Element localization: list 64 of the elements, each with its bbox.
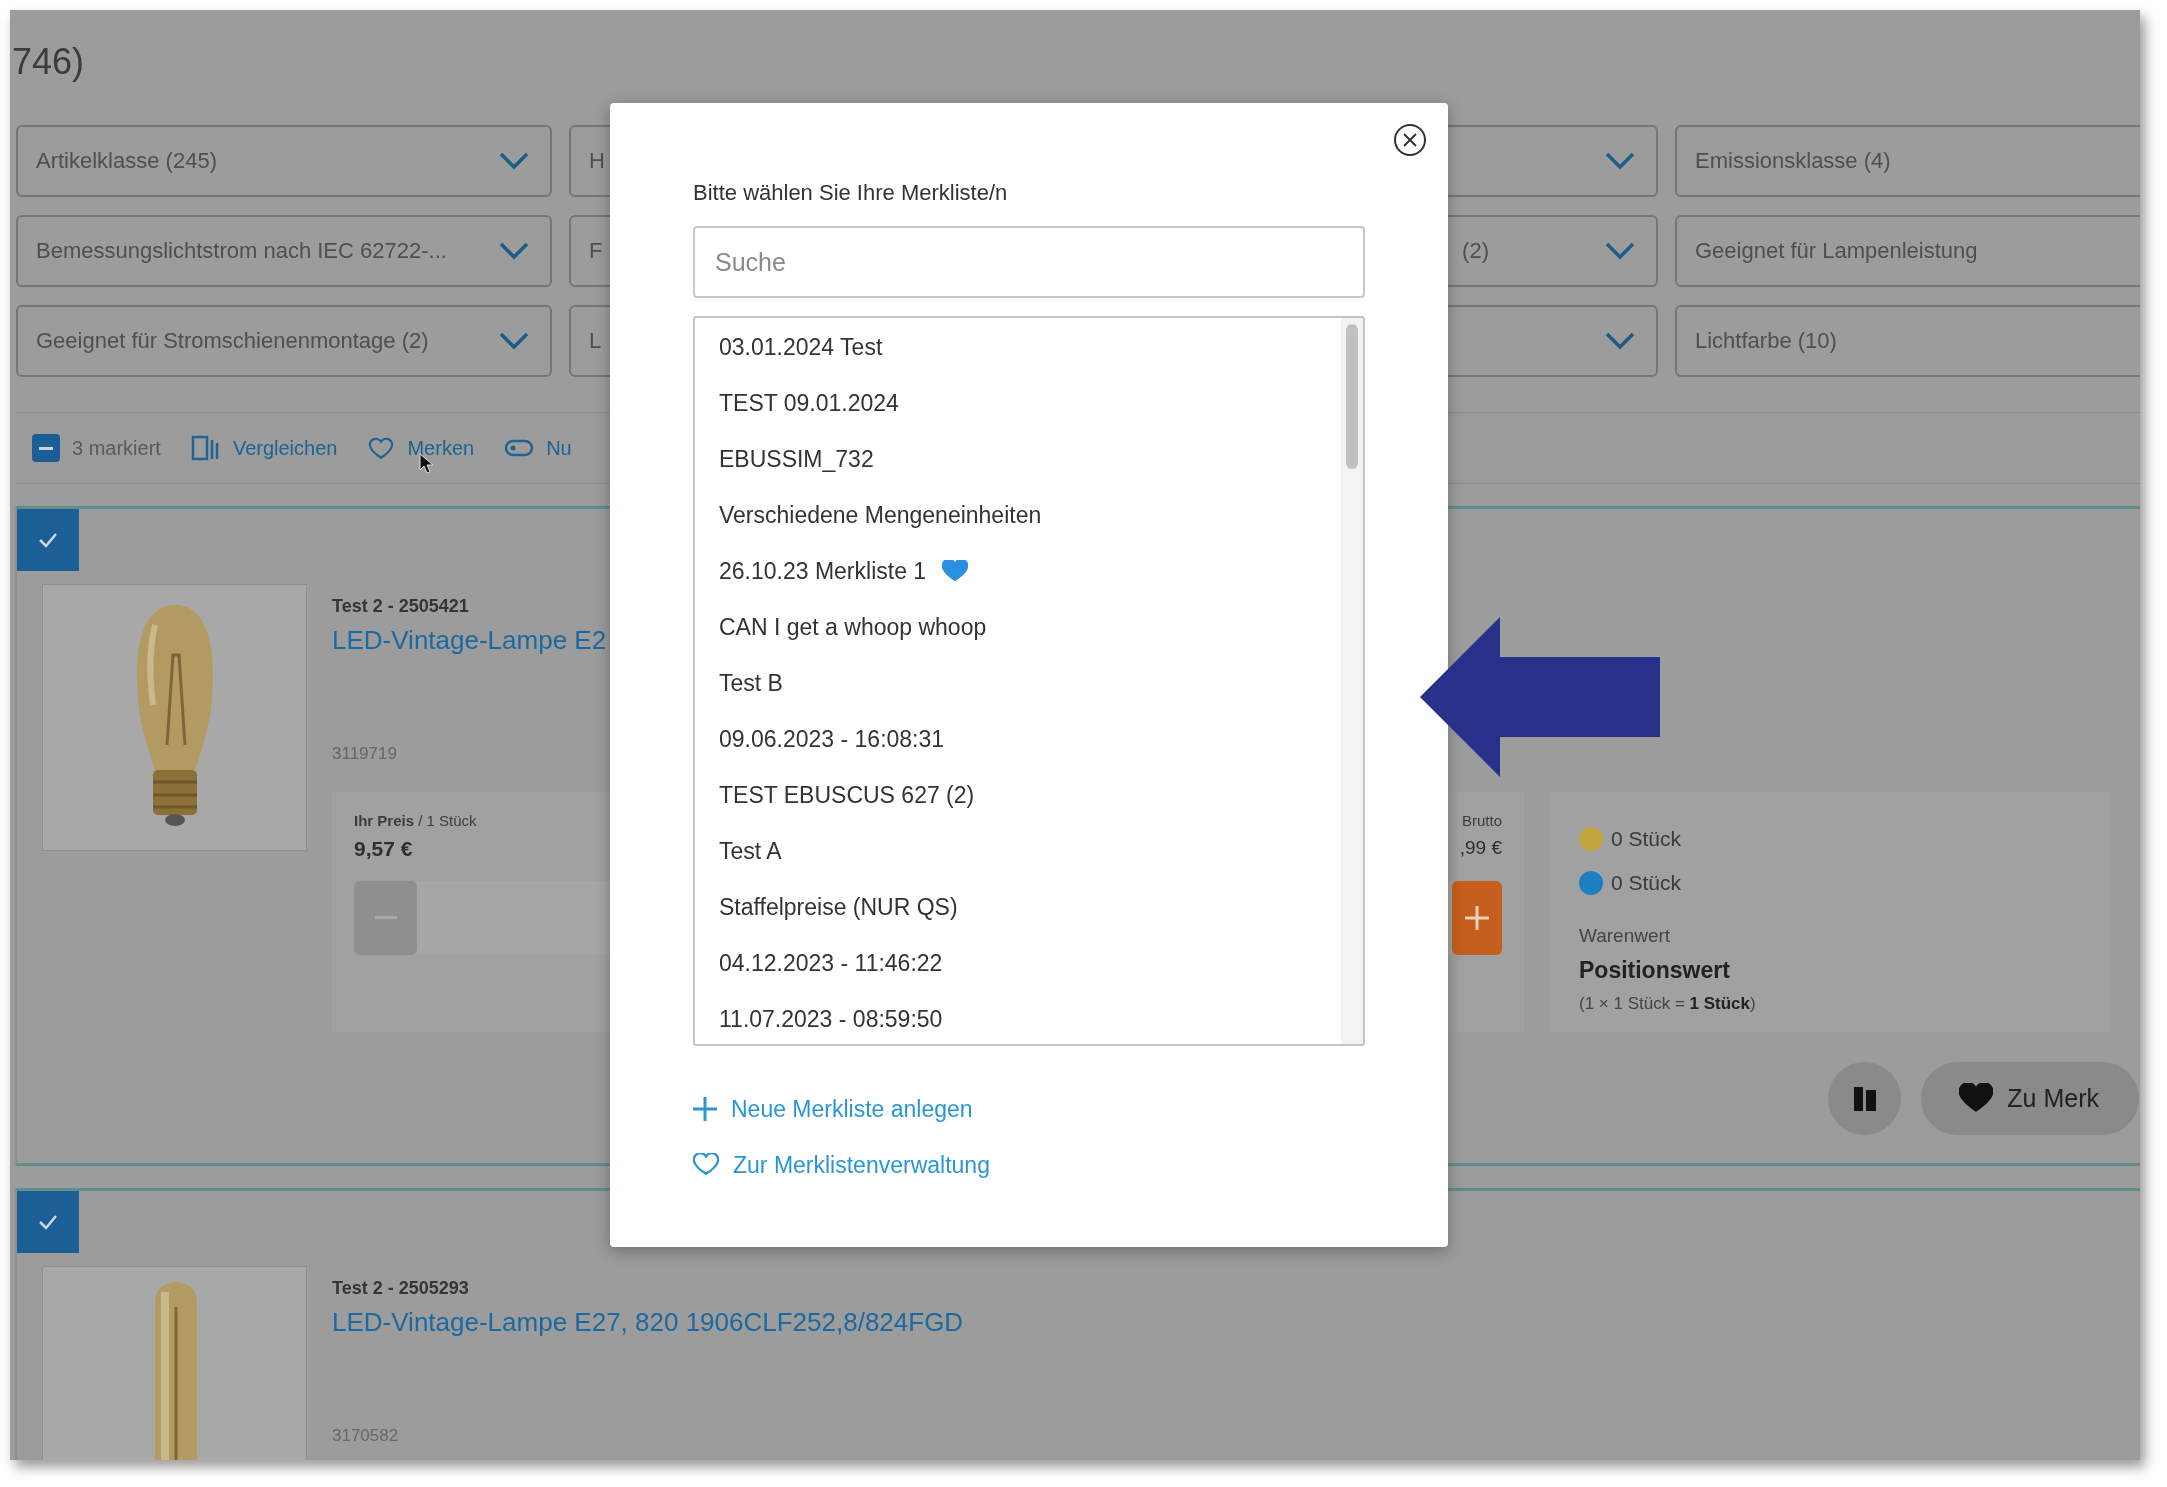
supplier-text: Test 2 - 2505421 [332, 596, 470, 617]
toolbar-action[interactable]: Merken [407, 436, 475, 460]
chevron-down-icon [498, 331, 530, 351]
wishlist-item[interactable]: 26.10.23 Merkliste 1 [695, 543, 1341, 599]
plus-icon [693, 1097, 717, 1121]
filter-dropdown[interactable]: Emissionsklasse (4) [1675, 125, 2140, 197]
gross-price: ,99 € [1459, 837, 1502, 859]
compare-icon [1851, 1084, 1878, 1113]
tag-icon [504, 438, 535, 458]
filter-dropdown[interactable]: Lichtfarbe (10) [1675, 305, 2140, 377]
wishlist-item[interactable]: CAN I get a whoop whoop [695, 599, 1341, 655]
value-label: Warenwert [1579, 925, 1672, 947]
scrollbar[interactable] [1341, 318, 1363, 1044]
wishlist-item[interactable]: 11.07.2023 - 08:59:50 [695, 991, 1341, 1044]
chevron-down-icon [1604, 151, 1636, 171]
filter-dropdown[interactable]: Geeignet für Lampenleistung [1675, 215, 2140, 287]
chevron-down-icon [498, 151, 530, 171]
item-checkbox[interactable] [17, 509, 79, 571]
chevron-down-icon [498, 241, 530, 261]
chevron-down-icon [1604, 331, 1636, 351]
dialog-link[interactable]: Zur Merklistenverwaltung [693, 1137, 990, 1193]
wishlist-item[interactable]: TEST EBUSCUS 627 (2) [695, 767, 1341, 823]
wishlist-item[interactable]: EBUSSIM_732 [695, 431, 1341, 487]
toolbar-action[interactable]: Nu [546, 436, 572, 460]
wishlist-item[interactable]: 09.06.2023 - 16:08:31 [695, 711, 1341, 767]
check-icon [37, 531, 59, 549]
filter-dropdown[interactable]: Geeignet für Stromschienenmontage (2) [16, 305, 552, 377]
dialog-title: Bitte wählen Sie Ihre Merkliste/n [693, 179, 1009, 207]
filter-dropdown[interactable]: Artikelklasse (245) [16, 125, 552, 197]
dialog-link[interactable]: Neue Merkliste anlegen [693, 1081, 973, 1137]
wishlist-button[interactable]: Zu Merk [1921, 1062, 2139, 1135]
search-field[interactable]: Suche [693, 226, 1365, 298]
stock-text: 0 Stück [1611, 871, 1682, 895]
plus-button[interactable] [1452, 881, 1502, 955]
value-title: Positionswert [1579, 957, 1731, 984]
selected-count: 3 markiert [72, 436, 161, 460]
compare-icon [190, 434, 221, 462]
stock-text: 0 Stück [1611, 827, 1682, 851]
wishlist-item[interactable]: Staffelpreise (NUR QS) [695, 879, 1341, 935]
gross-label: Brutto [1460, 812, 1502, 829]
supplier-text: Test 2 - 2505293 [332, 1278, 470, 1299]
heart-icon [693, 1153, 719, 1177]
value-calculation: (1 × 1 Stück = 1 Stück) [1579, 994, 1757, 1014]
cursor-icon [419, 453, 436, 475]
select-all-checkbox[interactable] [32, 434, 60, 462]
chevron-down-icon [1604, 241, 1636, 261]
price-label: Ihr Preis / 1 Stück [354, 812, 477, 829]
wishlist-item[interactable]: TEST 09.01.2024 [695, 375, 1341, 431]
close-button[interactable] [1393, 123, 1427, 157]
wishlist-item[interactable]: 03.01.2024 Test [695, 319, 1341, 375]
result-count: 746) [12, 40, 85, 84]
filter-dropdown[interactable]: Bemessungslichtstrom nach IEC 62722-... [16, 215, 552, 287]
minus-icon [39, 446, 53, 450]
heart-icon [367, 435, 396, 461]
check-icon [37, 1213, 59, 1231]
close-icon [1393, 123, 1427, 157]
price-text: 9,57 € [354, 837, 414, 861]
plus-icon [1465, 906, 1489, 930]
wishlist-item[interactable]: Verschiedene Mengeneinheiten [695, 487, 1341, 543]
wishlist-item[interactable]: Test B [695, 655, 1341, 711]
toolbar-action[interactable]: Vergleichen [232, 436, 338, 460]
wishlist-item[interactable]: Test A [695, 823, 1341, 879]
item-checkbox[interactable] [17, 1191, 79, 1253]
wishlist-item[interactable]: 04.12.2023 - 11:46:22 [695, 935, 1341, 991]
